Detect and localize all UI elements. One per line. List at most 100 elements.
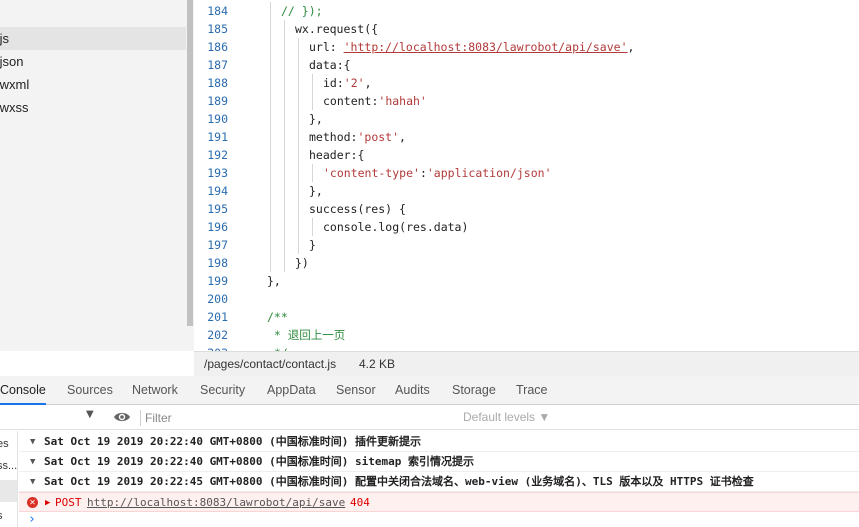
code-string: 'application/json' [426, 166, 552, 180]
code-token: , [627, 40, 635, 54]
line-number: 203 [194, 344, 228, 351]
indent-guide [298, 182, 299, 200]
devtools-tab-bar: Console Sources Network Security AppData… [0, 376, 859, 405]
code-editor[interactable]: 184 185 186 187 188 189 190 191 192 193 194 195 196 1… [194, 0, 859, 351]
file-item-wxss[interactable]: .wxss [0, 96, 186, 119]
tab-appdata[interactable]: AppData [267, 376, 316, 405]
code-string: '2' [343, 76, 365, 90]
log-message: Sat Oct 19 2019 20:22:40 GMT+0800 (中国标准时… [44, 455, 475, 468]
file-item-label: .json [0, 54, 24, 69]
indent-guide [270, 38, 271, 56]
indent-guide [284, 110, 285, 128]
indent-guide [284, 74, 285, 92]
indent-guide [284, 20, 285, 38]
code-line: method:'post', [309, 128, 406, 146]
expand-triangle-icon[interactable]: ▼ [30, 432, 35, 452]
code-token: console.log(res.data) [323, 220, 469, 234]
indent-guide [298, 218, 299, 236]
indent-guide [270, 146, 271, 164]
editor-status-bar: /pages/contact/contact.js 4.2 KB [194, 351, 859, 376]
file-item-wxml[interactable]: .wxml [0, 73, 186, 96]
indent-guide [284, 236, 285, 254]
line-number: 196 [207, 220, 228, 234]
tab-console[interactable]: Console [0, 376, 46, 405]
code-line: url: 'http://localhost:8083/lawrobot/api… [309, 38, 634, 56]
indent-guide [270, 218, 271, 236]
code-token: url: [309, 40, 344, 54]
expand-triangle-icon[interactable]: ▶ [45, 493, 50, 513]
code-string: 'content-type' [323, 166, 420, 180]
indent-guide [270, 92, 271, 110]
expand-triangle-icon[interactable]: ▼ [30, 472, 35, 492]
code-comment: // }); [281, 4, 323, 18]
code-token: }) [295, 256, 309, 270]
console-prompt-icon[interactable]: › [28, 512, 36, 527]
tab-sensor[interactable]: Sensor [336, 376, 376, 405]
request-method: POST [55, 496, 82, 509]
console-log-group[interactable]: ▼ Sat Oct 19 2019 20:22:40 GMT+0800 (中国标… [19, 452, 859, 472]
line-number: 197 [207, 238, 228, 252]
code-token: content: [323, 94, 379, 108]
console-error-row[interactable]: ✕ ▶ POST http://localhost:8083/lawrobot/… [19, 492, 859, 512]
tab-trace[interactable]: Trace [516, 376, 548, 405]
indent-guide [312, 218, 313, 236]
request-url-link[interactable]: http://localhost:8083/lawrobot/api/save [87, 493, 345, 513]
code-token: : [419, 166, 427, 180]
indent-guide [298, 146, 299, 164]
tab-sources[interactable]: Sources [67, 376, 113, 405]
code-line: data:{ [309, 56, 351, 74]
code-token: }, [309, 184, 323, 198]
console-sidebar-item[interactable]: s [0, 505, 17, 527]
console-log-group[interactable]: ▼ Sat Oct 19 2019 20:22:40 GMT+0800 (中国标… [19, 432, 859, 452]
code-token: , [364, 76, 372, 90]
file-tree-scrollbar[interactable] [186, 0, 194, 351]
code-string: 'post' [357, 130, 400, 144]
tab-security[interactable]: Security [200, 376, 245, 405]
indent-guide [270, 110, 271, 128]
tab-audits[interactable]: Audits [395, 376, 430, 405]
code-token: id: [323, 76, 344, 90]
line-number: 189 [207, 94, 228, 108]
indent-guide [270, 200, 271, 218]
indent-guide [298, 92, 299, 110]
console-log-group[interactable]: ▼ Sat Oct 19 2019 20:22:45 GMT+0800 (中国标… [19, 472, 859, 492]
filter-input[interactable] [145, 408, 450, 427]
expand-triangle-icon[interactable]: ▼ [30, 452, 35, 472]
code-token: }, [309, 112, 323, 126]
indent-guide [298, 74, 299, 92]
status-code: 404 [350, 496, 370, 509]
file-item-label: .wxss [0, 100, 29, 115]
indent-guide [284, 128, 285, 146]
default-levels-dropdown[interactable]: Default levels ▼ [463, 410, 550, 424]
context-dropdown-icon[interactable]: ▼ [86, 409, 94, 420]
console-sidebar-label: es [0, 438, 9, 450]
console-sidebar-item[interactable]: ss... [0, 455, 17, 477]
file-item-js[interactable]: .js [0, 27, 186, 50]
code-line: }) [295, 254, 309, 272]
indent-guide [270, 74, 271, 92]
indent-guide [284, 38, 285, 56]
console-sidebar: es ss... s [0, 431, 18, 527]
eye-icon[interactable] [113, 410, 131, 424]
log-message: Sat Oct 19 2019 20:22:45 GMT+0800 (中国标准时… [44, 475, 754, 488]
line-number: 188 [207, 76, 228, 90]
indent-guide [284, 182, 285, 200]
tab-storage[interactable]: Storage [452, 376, 496, 405]
indent-guide [312, 74, 313, 92]
code-line: 'content-type':'application/json' [323, 164, 552, 182]
line-number-gutter: 184 185 186 187 188 189 190 191 192 193 194 195 196 1… [194, 0, 246, 351]
line-number: 200 [207, 292, 228, 306]
code-token: }, [267, 274, 281, 288]
console-sidebar-item[interactable] [0, 480, 17, 502]
line-number: 194 [207, 184, 228, 198]
code-token: success(res) { [309, 202, 406, 216]
code-line: } [309, 236, 316, 254]
console-sidebar-label: s [0, 510, 3, 522]
console-sidebar-item[interactable]: es [0, 433, 17, 455]
tab-network[interactable]: Network [132, 376, 178, 405]
line-number: 187 [207, 58, 228, 72]
scrollbar-thumb[interactable] [187, 0, 193, 326]
indent-guide [284, 164, 285, 182]
file-item-json[interactable]: .json [0, 50, 186, 73]
line-number: 201 [207, 310, 228, 324]
